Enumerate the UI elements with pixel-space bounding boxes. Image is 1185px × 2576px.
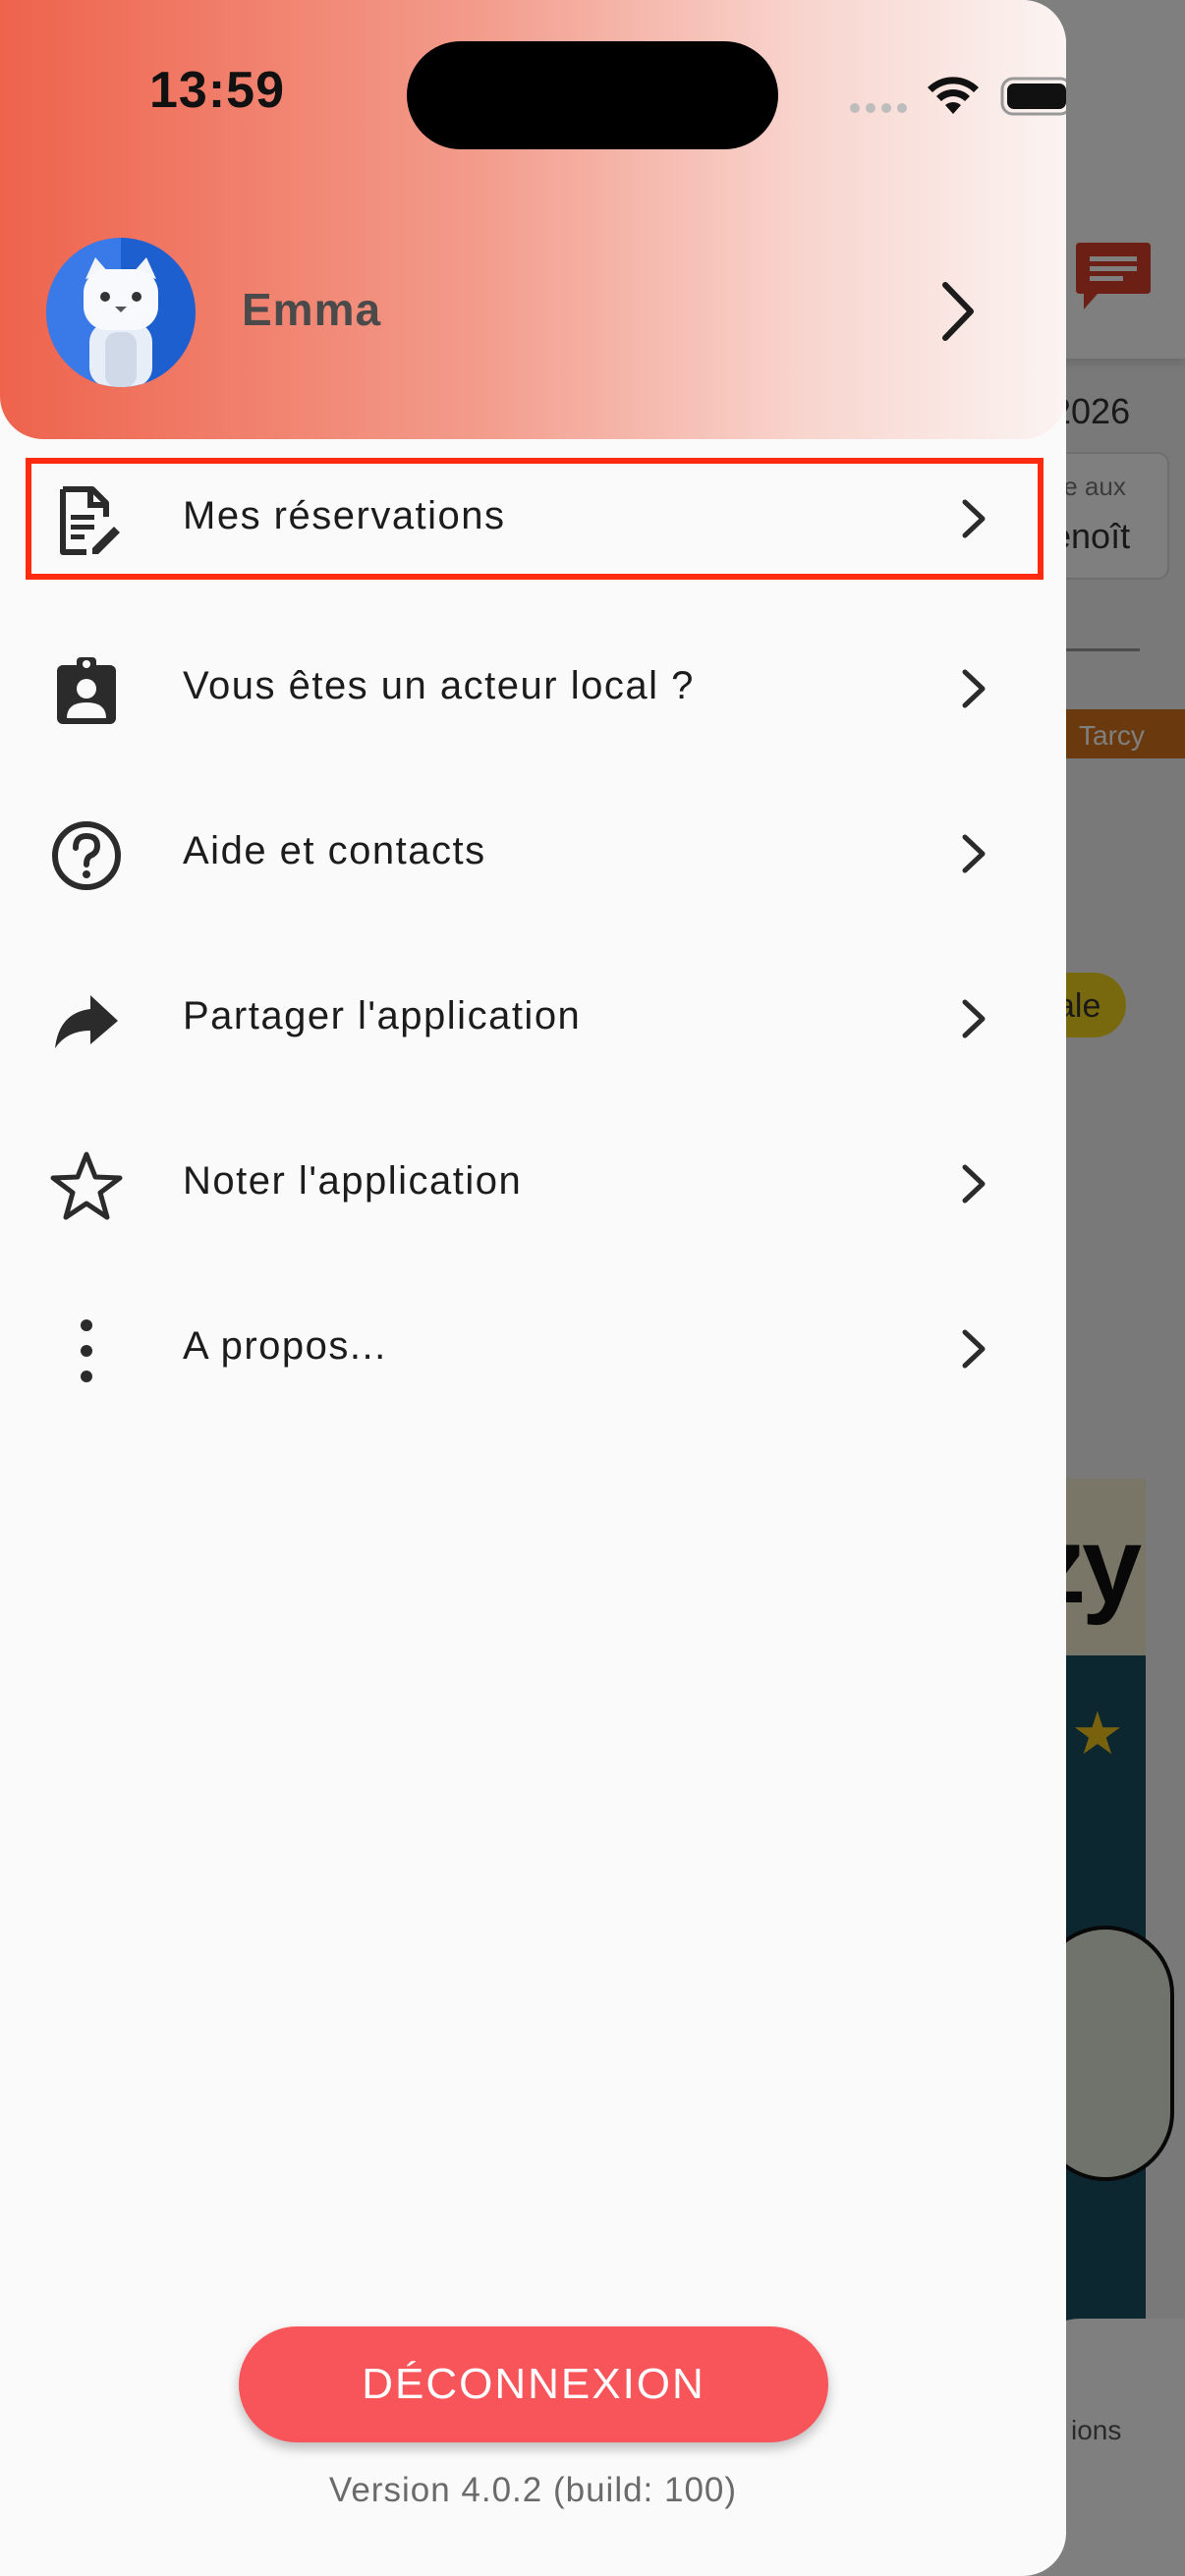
menu-item-label: Partager l'application [183,994,582,1037]
avatar[interactable] [46,238,196,387]
menu-item-label: Noter l'application [183,1159,523,1203]
status-time: 13:59 [149,62,285,119]
battery-icon [1000,77,1066,116]
user-name[interactable]: Emma [242,283,381,336]
wifi-icon [928,77,979,114]
help-circle-icon [52,821,121,890]
signal-icon [850,103,907,113]
navigation-drawer: 13:59 Emma Mes réservations Vous êtes un… [0,0,1066,2576]
highlight-frame [26,458,1044,580]
more-vertical-icon [81,1319,92,1382]
menu-item-label: Aide et contacts [183,829,486,872]
logout-button[interactable]: DÉCONNEXION [239,2326,828,2442]
menu-item-label: Vous êtes un acteur local ? [183,664,695,707]
menu-item-rate[interactable]: Noter l'application [28,1120,1044,1248]
chevron-right-icon [962,999,986,1038]
version-label: Version 4.0.2 (build: 100) [328,2471,738,2509]
dynamic-island [407,41,778,149]
menu-item-share[interactable]: Partager l'application [28,955,1044,1083]
chevron-right-icon [962,669,986,708]
cat-avatar-icon [46,238,196,387]
share-arrow-icon [55,995,118,1048]
chevron-right-icon[interactable] [933,277,983,346]
chevron-right-icon [962,834,986,873]
menu-item-local-actor[interactable]: Vous êtes un acteur local ? [28,625,1044,753]
chevron-right-icon [962,1329,986,1369]
menu-item-label: A propos... [183,1324,387,1368]
menu-item-about[interactable]: A propos... [28,1285,1044,1413]
menu-item-help[interactable]: Aide et contacts [28,790,1044,918]
chevron-right-icon [962,1164,986,1204]
star-outline-icon [50,1151,123,1220]
badge-person-icon [57,657,116,724]
